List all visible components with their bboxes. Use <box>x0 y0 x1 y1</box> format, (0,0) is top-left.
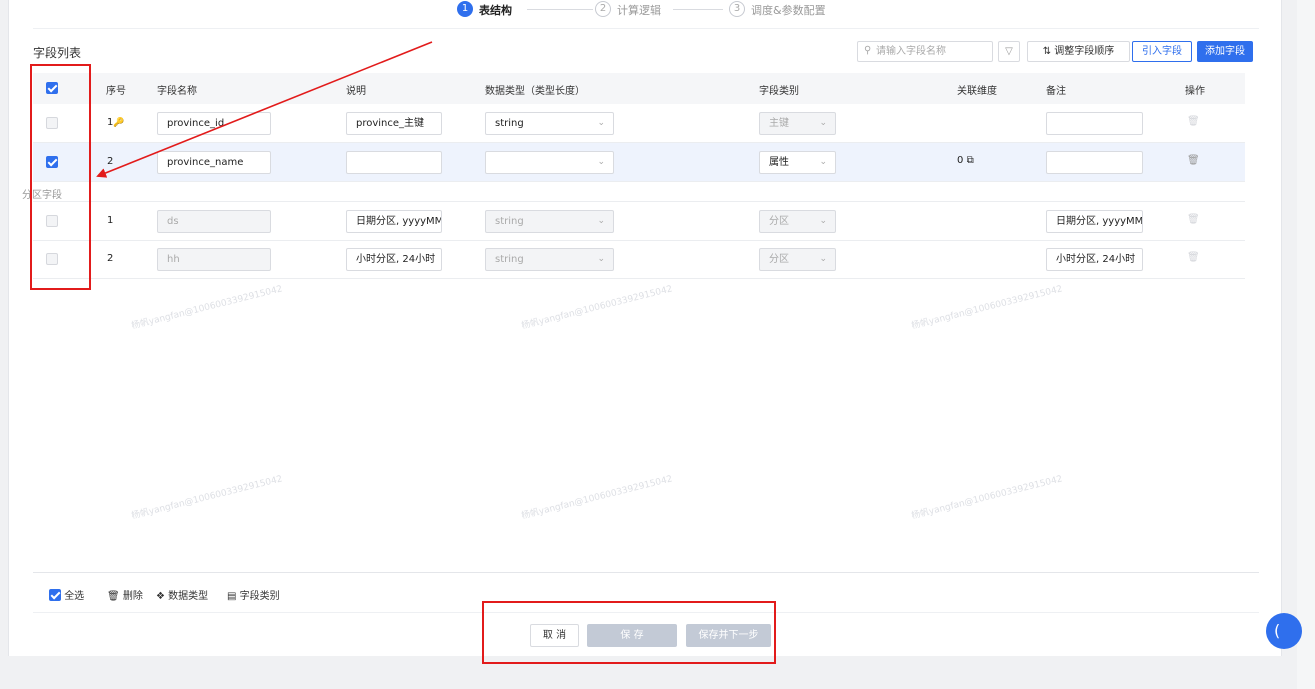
annotation-arrow <box>96 41 433 178</box>
annotation-arrow-layer <box>96 41 433 178</box>
